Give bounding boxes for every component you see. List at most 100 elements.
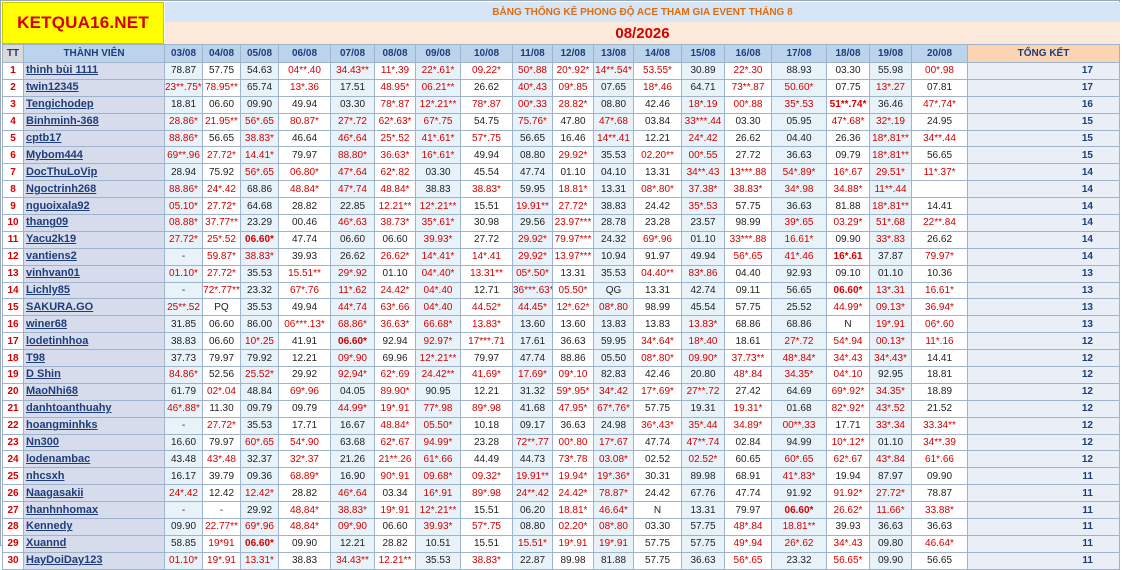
member-name-link[interactable]: HayDoiDay123 — [23, 551, 165, 570]
member-name-link[interactable]: Lichly85 — [23, 281, 165, 300]
result-cell: 10.36 — [911, 264, 968, 283]
site-logo[interactable]: KETQUA16.NET — [2, 2, 164, 44]
result-cell: 12.21 — [330, 534, 375, 553]
result-cell: 34*.42 — [593, 382, 634, 401]
member-name-link[interactable]: nhcsxh — [23, 467, 165, 486]
result-cell: 61*.66 — [911, 450, 968, 469]
member-name-link[interactable]: T98 — [23, 349, 165, 368]
result-cell: 18*.40 — [681, 332, 725, 351]
result-cell: 13.31 — [593, 180, 634, 199]
column-header-date: 10/08 — [460, 44, 513, 63]
result-cell: 13.31 — [552, 264, 594, 283]
result-cell: 09.79 — [278, 399, 331, 418]
result-cell: 02.20** — [633, 146, 682, 165]
result-cell: 19*.36* — [593, 467, 634, 486]
result-cell: 03.30 — [415, 163, 461, 182]
member-name-link[interactable]: Kennedy — [23, 518, 165, 536]
member-name-link[interactable]: nguoixala92 — [23, 197, 165, 216]
result-cell: 89.90* — [374, 382, 416, 401]
result-cell: 09.10 — [826, 264, 870, 283]
column-header-date: 03/08 — [164, 44, 203, 63]
member-name-link[interactable]: winer68 — [23, 315, 165, 334]
member-name-link[interactable]: hoangminhks — [23, 416, 165, 435]
result-cell: 47*.64 — [330, 163, 375, 182]
result-cell: 48*.84 — [724, 518, 772, 536]
member-name-link[interactable]: vantiens2 — [23, 247, 165, 266]
result-cell: 37.38* — [681, 180, 725, 199]
member-name-link[interactable]: Ngoctrinh268 — [23, 180, 165, 199]
result-cell: 36.63 — [552, 416, 594, 435]
result-cell: 34.35* — [771, 366, 827, 384]
member-name-link[interactable]: Mybom444 — [23, 146, 165, 165]
result-cell: 04*.40* — [415, 264, 461, 283]
result-cell: 12.21 — [633, 129, 682, 148]
result-cell: 30.98 — [460, 214, 513, 232]
result-cell: 09.22* — [460, 62, 513, 80]
row-number: 5 — [2, 129, 24, 148]
table-row: 14 Lichly85-72*.77** 23.32 67*.76 11*.62 24.4… — [2, 281, 1120, 300]
result-cell: 10.51 — [415, 534, 461, 553]
member-name-link[interactable]: twin12345 — [23, 78, 165, 97]
member-name-link[interactable]: cptb17 — [23, 129, 165, 148]
result-cell: 38.83* — [240, 129, 279, 148]
column-header-date: 12/08 — [552, 44, 594, 63]
member-name-link[interactable]: Nn300 — [23, 433, 165, 452]
result-cell: 03.29* — [826, 214, 870, 232]
row-number: 8 — [2, 180, 24, 199]
result-cell: 36.63 — [681, 551, 725, 570]
result-cell: 13.31* — [240, 551, 279, 570]
member-name-link[interactable]: thang09 — [23, 214, 165, 232]
member-name-link[interactable]: lodetinhhoa — [23, 332, 165, 351]
result-cell: 01.10* — [164, 551, 203, 570]
result-cell: 35*.61* — [415, 214, 461, 232]
member-name-link[interactable]: DocThuLoVip — [23, 163, 165, 182]
member-name-link[interactable]: vinhvan01 — [23, 264, 165, 283]
member-name-link[interactable]: MaoNhi68 — [23, 382, 165, 401]
result-cell: 08*.80 — [593, 298, 634, 317]
result-cell: 79.97 — [278, 146, 331, 165]
result-cell: 03.30 — [330, 95, 375, 114]
result-cell: 16.17 — [164, 467, 203, 486]
result-cell: 53.55* — [633, 62, 682, 80]
result-cell: 26.62* — [826, 501, 870, 520]
member-name-link[interactable]: thinh bùi 1111 — [23, 62, 165, 80]
result-cell: 78*.87 — [460, 95, 513, 114]
result-cell: 16*.61* — [415, 146, 461, 165]
member-name-link[interactable]: Xuannd — [23, 534, 165, 553]
result-cell: 68.86 — [771, 315, 827, 334]
row-number: 17 — [2, 332, 24, 351]
member-name-link[interactable]: Binhminh-368 — [23, 112, 165, 131]
member-name-link[interactable]: D Shin — [23, 366, 165, 384]
result-cell: 78*.87 — [374, 95, 416, 114]
result-cell: 13.31 — [633, 163, 682, 182]
result-cell: 57.75 — [681, 534, 725, 553]
result-cell: 59*.95* — [552, 382, 594, 401]
result-cell: 13.83 — [633, 315, 682, 334]
result-cell: 27.72 — [724, 146, 772, 165]
result-cell: 13.60 — [512, 315, 553, 334]
table-row: 25 nhcsxh 16.17 39.79 09.36 68.89* 16.90 90*.91… — [2, 467, 1120, 486]
member-name-link[interactable]: lodenambac — [23, 450, 165, 469]
member-name-link[interactable]: SAKURA.GO — [23, 298, 165, 317]
table-row: 16 winer68 31.85 06.60 86.00 06***.13* 68.86* 3… — [2, 315, 1120, 334]
result-cell: 36*.43* — [633, 416, 682, 435]
result-cell: 90*.91 — [374, 467, 416, 486]
table-row: 23 Nn300 16.60 79.97 60*.65 54*.90 63.68 62*.67… — [2, 433, 1120, 452]
result-cell: 15.51 — [460, 534, 513, 553]
result-cell: 27.72* — [202, 146, 241, 165]
result-cell: 49.94 — [278, 298, 331, 317]
result-cell: 09.32* — [460, 467, 513, 486]
member-name-link[interactable]: danhtoanthuahy — [23, 399, 165, 418]
member-name-link[interactable]: Tengichodep — [23, 95, 165, 114]
result-cell: 25*.52 — [202, 230, 241, 249]
member-name-link[interactable]: Yacu2k19 — [23, 230, 165, 249]
total-cell: 11 — [967, 484, 1120, 503]
result-cell: 89*.98 — [460, 484, 513, 503]
member-name-link[interactable]: thanhnhomax — [23, 501, 165, 520]
result-cell: 69*.96 — [278, 382, 331, 401]
member-name-link[interactable]: Naagasakii — [23, 484, 165, 503]
table-row: 29 Xuannd 58.85 19*91 06.60* 09.90 12.21 28.82 1… — [2, 534, 1120, 553]
result-cell: 01.10* — [164, 264, 203, 283]
result-cell: 35.53 — [240, 416, 279, 435]
column-header-date: 11/08 — [512, 44, 553, 63]
